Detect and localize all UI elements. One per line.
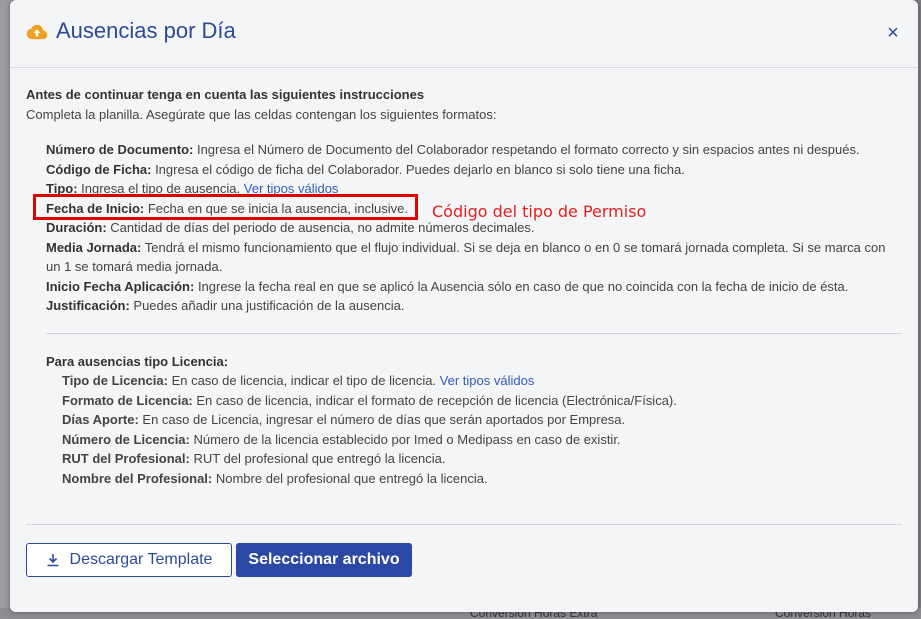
- download-template-button[interactable]: Descargar Template: [26, 543, 232, 577]
- field-label: Número de Documento:: [46, 142, 194, 157]
- select-file-label: Seleccionar archivo: [248, 551, 400, 568]
- field-item: Media Jornada: Tendrá el mismo funcionam…: [46, 238, 898, 277]
- field-text: Ingresa el Número de Documento del Colab…: [193, 142, 860, 157]
- field-text: Ingrese la fecha real en que se aplicó l…: [194, 278, 849, 294]
- field-label: Inicio Fecha Aplicación:: [46, 278, 195, 294]
- section-divider: [46, 332, 902, 334]
- field-label: Duración:: [46, 220, 107, 235]
- license-label: Nombre del Profesional:: [62, 470, 213, 486]
- license-text: En caso de licencia, indicar el tipo de …: [167, 373, 440, 388]
- field-text: Ingresa el código de ficha del Colaborad…: [151, 161, 685, 177]
- license-label: Tipo de Licencia:: [62, 373, 168, 388]
- instructions-subtitle: Completa la planilla. Asegúrate que las …: [26, 106, 497, 122]
- license-item: Días Aporte: En caso de Licencia, ingres…: [62, 410, 918, 430]
- field-label: Código de Ficha:: [46, 161, 152, 177]
- license-item: Número de Licencia: Número de la licenci…: [62, 430, 918, 450]
- field-text: Cantidad de días del periodo de ausencia…: [106, 220, 535, 235]
- license-label: Número de Licencia:: [62, 431, 190, 447]
- field-text: Puedes añadir una justificación de la au…: [129, 298, 405, 313]
- field-label: Media Jornada:: [46, 239, 142, 255]
- field-label: Tipo:: [46, 181, 78, 196]
- license-item: Formato de Licencia: En caso de licencia…: [62, 391, 918, 411]
- license-instructions: Tipo de Licencia: En caso de licencia, i…: [62, 371, 918, 488]
- field-text: Tendrá el mismo funcionamiento que el fl…: [46, 239, 886, 275]
- field-item: Tipo: Ingresa el tipo de ausencia. Ver t…: [46, 179, 898, 199]
- license-label: RUT del Profesional:: [62, 451, 190, 466]
- field-item: Justificación: Puedes añadir una justifi…: [46, 296, 898, 316]
- field-label: Fecha de Inicio:: [46, 200, 145, 216]
- license-text: Número de la licencia establecido por Im…: [189, 431, 621, 447]
- ver-tipos-link[interactable]: Ver tipos válidos: [244, 181, 339, 196]
- field-item: Número de Documento: Ingresa el Número d…: [46, 140, 898, 160]
- license-text: En caso de Licencia, ingresar el número …: [138, 412, 626, 427]
- license-item: Nombre del Profesional: Nombre del profe…: [62, 469, 918, 489]
- license-label: Formato de Licencia:: [62, 392, 193, 408]
- select-file-button[interactable]: Seleccionar archivo: [236, 543, 412, 577]
- cloud-upload-icon: [26, 24, 48, 39]
- field-item: Inicio Fecha Aplicación: Ingrese la fech…: [46, 277, 898, 297]
- ausencias-modal: Ausencias por Día × Antes de continuar t…: [10, 0, 918, 612]
- annotation-text: Código del tipo de Permiso: [432, 202, 647, 221]
- license-title-text: Para ausencias tipo Licencia:: [46, 353, 229, 369]
- download-template-label: Descargar Template: [69, 551, 213, 568]
- license-text: En caso de licencia, indicar el formato …: [192, 392, 677, 408]
- license-text: RUT del profesional que entregó la licen…: [189, 451, 446, 466]
- modal-body: Antes de continuar tenga en cuenta las s…: [10, 68, 918, 488]
- license-item: Tipo de Licencia: En caso de licencia, i…: [62, 371, 918, 391]
- ver-tipos-licencia-link[interactable]: Ver tipos válidos: [440, 373, 535, 388]
- field-instructions: Número de Documento: Ingresa el Número d…: [26, 140, 898, 316]
- license-label: Días Aporte:: [62, 412, 139, 427]
- modal-title: Ausencias por Día: [56, 17, 236, 43]
- footer-divider: [26, 524, 902, 525]
- field-item: Código de Ficha: Ingresa el código de fi…: [46, 160, 898, 180]
- license-text: Nombre del profesional que entregó la li…: [212, 470, 488, 486]
- close-icon[interactable]: ×: [884, 23, 902, 43]
- modal-header: Ausencias por Día: [10, 0, 918, 68]
- field-label: Justificación:: [46, 298, 130, 313]
- license-item: RUT del Profesional: RUT del profesional…: [62, 449, 918, 469]
- field-text: Fecha en que se inicia la ausencia, incl…: [144, 200, 409, 216]
- download-icon: [47, 554, 59, 567]
- field-text: Ingresa el tipo de ausencia.: [77, 181, 244, 196]
- instructions-title: Antes de continuar tenga en cuenta las s…: [26, 87, 425, 102]
- license-section-title: Para ausencias tipo Licencia:: [46, 352, 918, 372]
